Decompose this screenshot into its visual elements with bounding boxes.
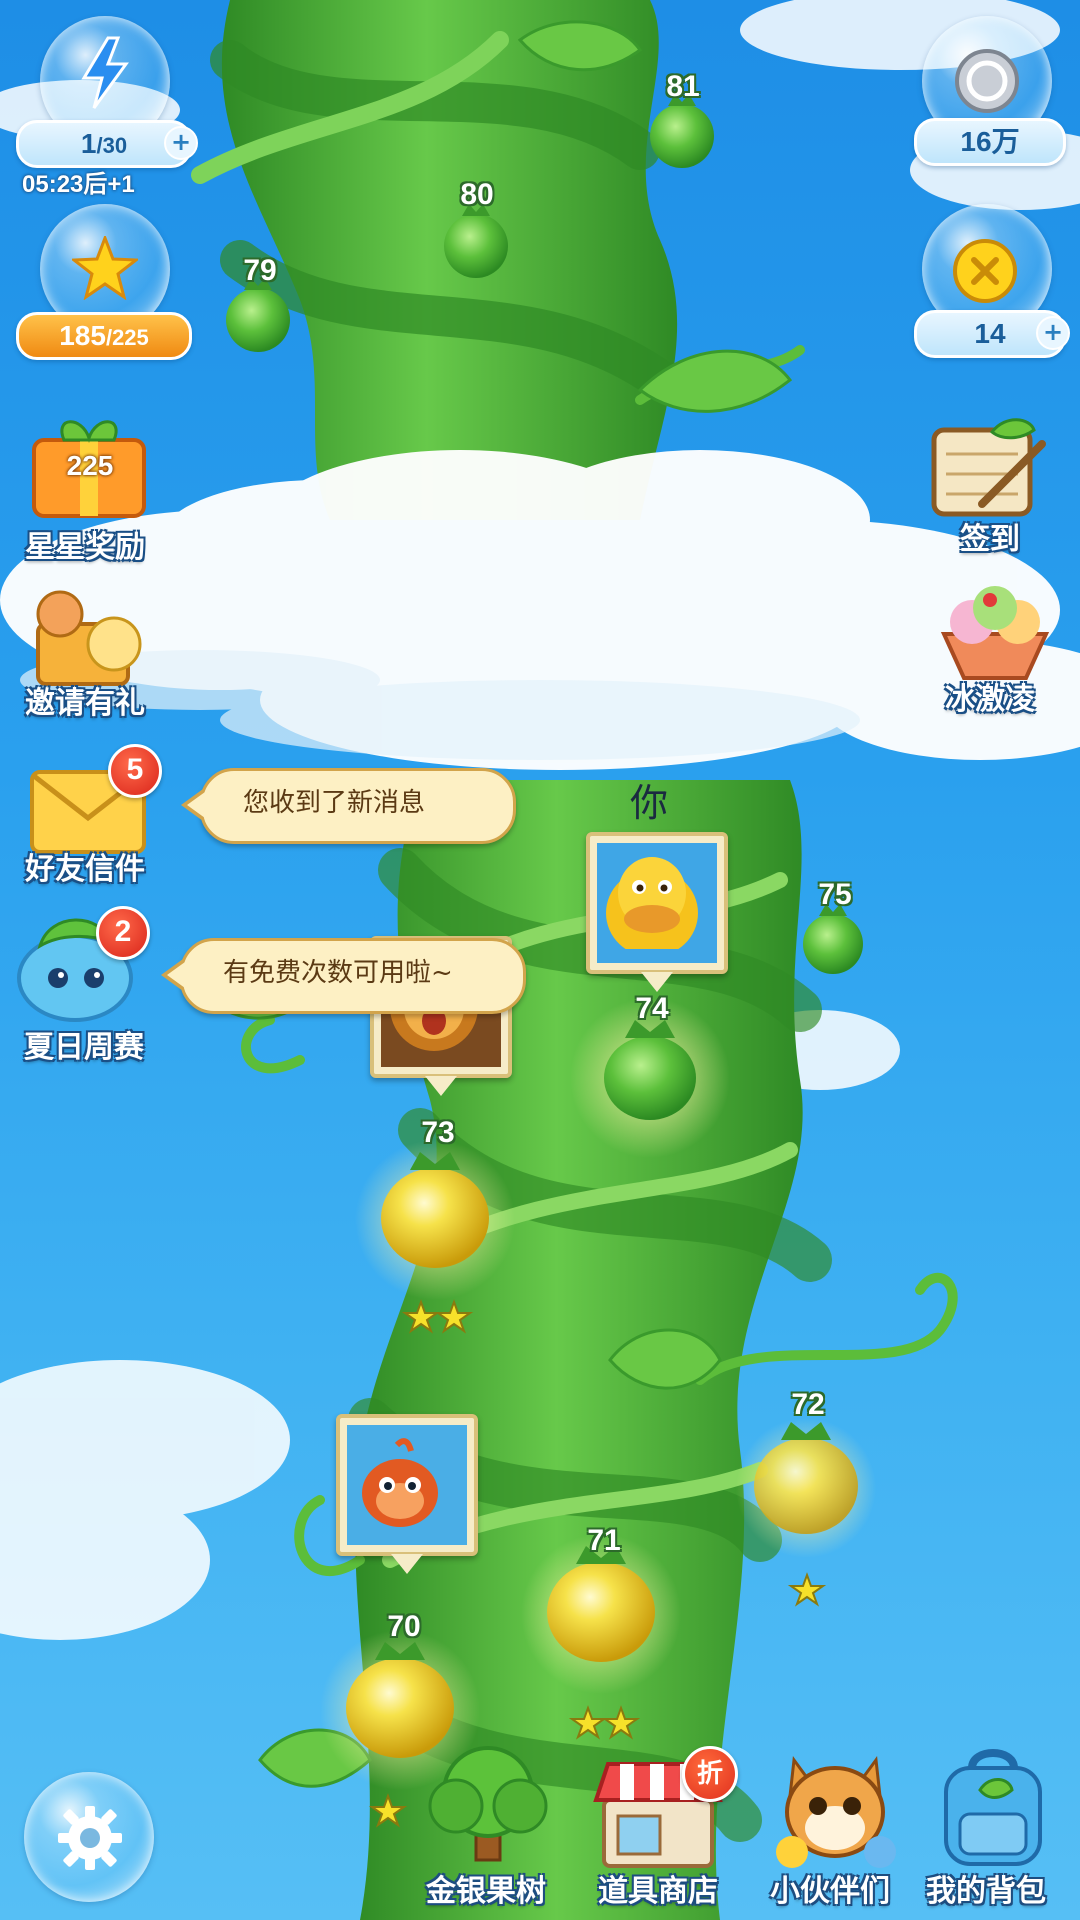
level-number-81[interactable]: 81 [643,70,723,104]
energy-max: 30 [102,133,128,158]
add-energy-button[interactable]: + [164,126,198,160]
star-icon [72,236,138,300]
level-number-70[interactable]: 70 [364,1610,444,1644]
level-number-75[interactable]: 75 [795,878,875,912]
gold-value: 14 [974,318,1006,349]
level-number-79[interactable]: 79 [220,254,300,288]
backpack-icon [944,1749,1042,1866]
invite-label: 邀请有礼 [25,686,145,721]
partners-button[interactable]: 小伙伴们 [740,1740,920,1920]
backpack-label: 我的背包 [926,1874,1046,1909]
friend-mail-label: 好友信件 [25,852,145,887]
calendar-icon [931,418,1046,517]
gear-icon [58,1806,122,1870]
friend-avatar-fish[interactable] [336,1414,478,1574]
level-number-72[interactable]: 72 [768,1388,848,1422]
fish-avatar-icon [362,1438,438,1527]
silver-value: 16万 [960,126,1020,157]
fox-partner-icon [776,1756,896,1868]
new-message-tooltip-text: 您收到了新消息 [243,788,426,818]
shop-label: 道具商店 [598,1874,718,1909]
stars-counter[interactable]: 185/225 [16,312,192,360]
energy-timer-suffix: 后+1 [83,171,135,198]
shop-discount-badge: 折 [682,1746,738,1802]
backpack-button[interactable]: 我的背包 [900,1740,1080,1920]
level-number-73[interactable]: 73 [398,1116,478,1150]
game-map-screen: 81 80 79 75 74 73 72 71 70 你 您收到了新消息 有免费… [0,0,1080,1920]
invite-gift-icon [36,590,142,686]
star-reward-box-number: 225 [66,450,114,481]
invite-button[interactable]: 邀请有礼 [0,574,180,734]
tree-icon [428,1746,548,1862]
checkin-label: 签到 [960,522,1020,557]
energy-current: 1 [80,128,97,159]
level-number-74[interactable]: 74 [612,992,692,1026]
new-message-tooltip[interactable]: 您收到了新消息 [181,768,516,844]
player-avatar[interactable] [586,832,728,992]
level-number-80[interactable]: 80 [437,178,517,212]
silver-coin-icon [955,49,1019,113]
friend-mail-button[interactable]: 5 好友信件 [0,744,180,904]
partners-label: 小伙伴们 [770,1874,890,1909]
summer-weekly-label: 夏日周赛 [24,1030,144,1065]
free-times-tooltip[interactable]: 有免费次数可用啦~ [161,938,526,1014]
friend-mail-badge: 5 [108,744,162,798]
energy-timer-value: 05:23 [22,171,84,198]
stars-max: 225 [112,325,149,350]
star-reward-label: 星星奖励 [25,530,145,565]
ice-cream-label: 冰激凌 [945,682,1035,717]
free-times-tooltip-text: 有免费次数可用啦~ [223,958,453,988]
duck-avatar-icon [606,857,698,957]
ice-cream-button[interactable]: 冰激凌 [900,574,1080,724]
lightning-icon [81,36,129,109]
fruit-tree-label: 金银果树 [426,1874,546,1909]
level-number-71[interactable]: 71 [564,1524,644,1558]
add-gold-button[interactable]: + [1036,316,1070,350]
star-reward-button[interactable]: 225 星星奖励 [0,410,180,570]
checkin-button[interactable]: 签到 [900,410,1080,560]
summer-weekly-button[interactable]: 2 夏日周赛 [0,906,180,1076]
energy-timer: 05:23后+1 [22,164,135,199]
ice-cream-icon [940,586,1050,680]
you-label: 你 [630,781,669,825]
silver-counter: 16万 [914,118,1066,166]
gold-coin-icon [953,239,1017,303]
shop-button[interactable]: 折 道具商店 [568,1740,748,1920]
stars-current: 185 [59,320,106,351]
summer-weekly-badge: 2 [96,906,150,960]
fruit-tree-button[interactable]: 金银果树 [396,1740,576,1920]
